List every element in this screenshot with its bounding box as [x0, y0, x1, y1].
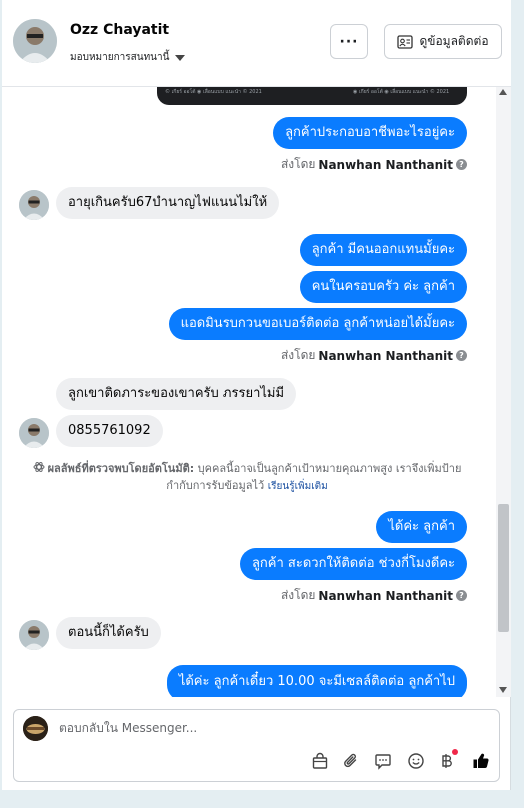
emoji-button[interactable] [406, 751, 426, 771]
message-thread: © เกียร์ ออโต้ ◉ เลื่อนแบบ แนะนำ © 2021 … [2, 87, 511, 697]
shared-image-attachment[interactable]: © เกียร์ ออโต้ ◉ เลื่อนแบบ แนะนำ © 2021 … [157, 87, 467, 105]
more-icon: ··· [339, 33, 359, 50]
contact-avatar-small[interactable] [19, 620, 49, 650]
emoji-icon [408, 753, 424, 769]
saved-reply-button[interactable] [373, 751, 393, 771]
view-contact-button[interactable]: ดูข้อมูลติดต่อ [384, 24, 502, 59]
auto-detected-result-note: ผลลัพธ์ที่ตรวจพบโดยอัตโนมัติ: บุคคลนี้อา… [22, 460, 472, 495]
contact-avatar-small[interactable] [19, 418, 49, 448]
sender-name: Nanwhan Nanthanit [318, 157, 453, 172]
outgoing-message[interactable]: ลูกค้า สะดวกให้ติดต่อ ช่วงกี่โมงดีคะ [239, 548, 467, 580]
sent-by-prefix: ส่งโดย [280, 348, 316, 362]
page-avatar [23, 716, 48, 741]
contact-card-icon [397, 34, 414, 49]
view-contact-label: ดูข้อมูลติดต่อ [419, 34, 489, 48]
image-caption-left: © เกียร์ ออโต้ ◉ เลื่อนแบบ แนะนำ © 2021 [165, 89, 262, 95]
learn-more-link[interactable]: เรียนรู้เพิ่มเติม [268, 481, 328, 492]
shopping-bag-button[interactable] [310, 751, 330, 771]
sent-by-label: ส่งโดย Nanwhan Nanthanit ? [281, 346, 467, 365]
reply-input[interactable] [59, 721, 459, 735]
contact-name[interactable]: Ozz Chayatit [70, 22, 169, 38]
attachment-icon [344, 753, 357, 768]
sent-by-label: ส่งโดย Nanwhan Nanthanit ? [281, 155, 467, 174]
attachment-button[interactable] [341, 751, 361, 771]
assign-label: มอบหมายการสนทนานี้ [70, 52, 170, 63]
like-button[interactable] [471, 751, 491, 771]
conversation-panel: Ozz Chayatit มอบหมายการสนทนานี้ ··· ดูข้… [2, 0, 511, 790]
like-icon [473, 753, 489, 769]
ai-detect-icon [33, 462, 45, 472]
question-icon[interactable]: ? [456, 350, 467, 361]
question-icon[interactable]: ? [456, 159, 467, 170]
conversation-header: Ozz Chayatit มอบหมายการสนทนานี้ ··· ดูข้… [2, 0, 511, 87]
scroll-thumb[interactable] [498, 504, 509, 632]
incoming-message[interactable]: ลูกเขาติดภาระของเขาครับ ภรรยาไม่มี [56, 378, 297, 410]
outgoing-message[interactable]: ลูกค้าประกอบอาชีพอะไรอยู่คะ [273, 117, 467, 149]
incoming-message[interactable]: 0855761092 [56, 415, 163, 447]
caret-down-icon [175, 54, 186, 61]
outgoing-message[interactable]: แอดมินรบกวนขอเบอร์ติดต่อ ลูกค้าหน่อยได้ม… [168, 308, 467, 340]
sent-by-label: ส่งโดย Nanwhan Nanthanit ? [281, 586, 467, 605]
image-caption-right: ◉ เกียร์ ออโต้ ◉ เลื่อนแบบ แนะนำ © 2021 [353, 89, 450, 95]
assign-conversation-dropdown[interactable]: มอบหมายการสนทนานี้ [70, 50, 186, 65]
question-icon[interactable]: ? [456, 590, 467, 601]
sender-name: Nanwhan Nanthanit [318, 348, 453, 363]
sent-by-prefix: ส่งโดย [280, 157, 316, 171]
sent-by-prefix: ส่งโดย [280, 588, 316, 602]
page-background-bottom [0, 790, 524, 808]
thread-scrollbar[interactable] [496, 87, 511, 697]
outgoing-message[interactable]: ได้ค่ะ ลูกค้า [376, 511, 467, 543]
contact-avatar-small[interactable] [19, 190, 49, 220]
auto-detected-heading: ผลลัพธ์ที่ตรวจพบโดยอัตโนมัติ: [47, 462, 195, 475]
notification-dot [452, 749, 458, 755]
scroll-down-arrow-icon[interactable] [499, 687, 507, 693]
contact-avatar[interactable] [13, 19, 57, 63]
scroll-up-arrow-icon[interactable] [499, 89, 507, 95]
more-options-button[interactable]: ··· [330, 24, 368, 59]
saved-reply-icon [375, 754, 391, 770]
payment-button[interactable] [437, 749, 458, 771]
outgoing-message[interactable]: ได้ค่ะ ลูกค้าเดี๋ยว 10.00 จะมีเซลล์ติดต่… [166, 665, 467, 697]
outgoing-message[interactable]: คนในครอบครัว ค่ะ ลูกค้า [299, 271, 467, 303]
sender-name: Nanwhan Nanthanit [318, 588, 453, 603]
incoming-message[interactable]: อายุเกินครับ67บำนาญไฟแนนไม่ให้ [56, 187, 280, 219]
incoming-message[interactable]: ตอนนี้ก็ได้ครับ [56, 617, 161, 649]
reply-composer [13, 709, 500, 782]
shopping-bag-icon [312, 752, 328, 769]
outgoing-message[interactable]: ลูกค้า มีคนออกแทนมั้ยคะ [299, 234, 467, 266]
